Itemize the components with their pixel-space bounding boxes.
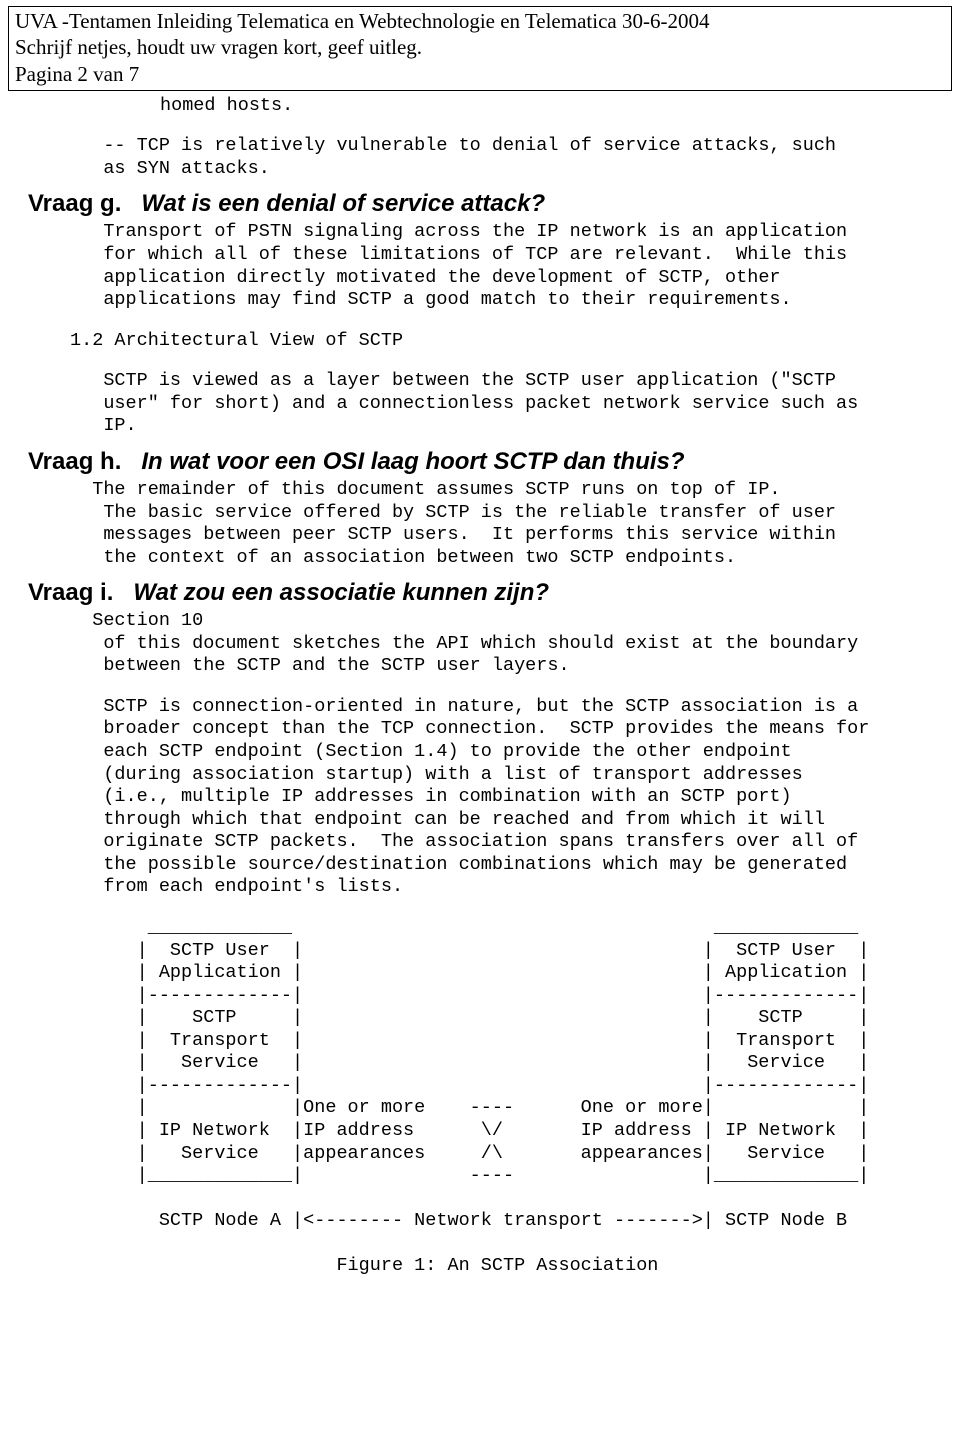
arch-para: SCTP is viewed as a layer between the SC… xyxy=(28,370,932,438)
connection-para: SCTP is connection-oriented in nature, b… xyxy=(28,696,932,899)
question-h: Vraag h. In wat voor een OSI laag hoort … xyxy=(28,448,932,476)
header-line-2: Schrijf netjes, houdt uw vragen kort, ge… xyxy=(15,34,945,60)
question-g-text: Wat is een denial of service attack? xyxy=(141,190,545,217)
remainder-para: The remainder of this document assumes S… xyxy=(28,479,932,569)
tcp-vulnerability-para: -- TCP is relatively vulnerable to denia… xyxy=(28,135,932,180)
arch-heading: 1.2 Architectural View of SCTP xyxy=(28,330,932,353)
pstn-para: Transport of PSTN signaling across the I… xyxy=(28,221,932,311)
question-g-label: Vraag g. xyxy=(28,190,121,217)
question-g: Vraag g. Wat is een denial of service at… xyxy=(28,190,932,218)
question-h-text: In wat voor een OSI laag hoort SCTP dan … xyxy=(141,448,684,475)
ascii-diagram: _____________ _____________ | SCTP User … xyxy=(28,917,932,1278)
document-header: UVA -Tentamen Inleiding Telematica en We… xyxy=(8,6,952,91)
header-line-3: Pagina 2 van 7 xyxy=(15,61,945,87)
question-i: Vraag i. Wat zou een associatie kunnen z… xyxy=(28,579,932,607)
section10-para: Section 10 of this document sketches the… xyxy=(28,610,932,678)
document-body: homed hosts. -- TCP is relatively vulner… xyxy=(0,95,960,1298)
homed-hosts-fragment: homed hosts. xyxy=(28,95,932,118)
question-h-label: Vraag h. xyxy=(28,448,121,475)
question-i-label: Vraag i. xyxy=(28,579,113,606)
question-i-text: Wat zou een associatie kunnen zijn? xyxy=(133,579,549,606)
header-line-1: UVA -Tentamen Inleiding Telematica en We… xyxy=(15,8,945,34)
